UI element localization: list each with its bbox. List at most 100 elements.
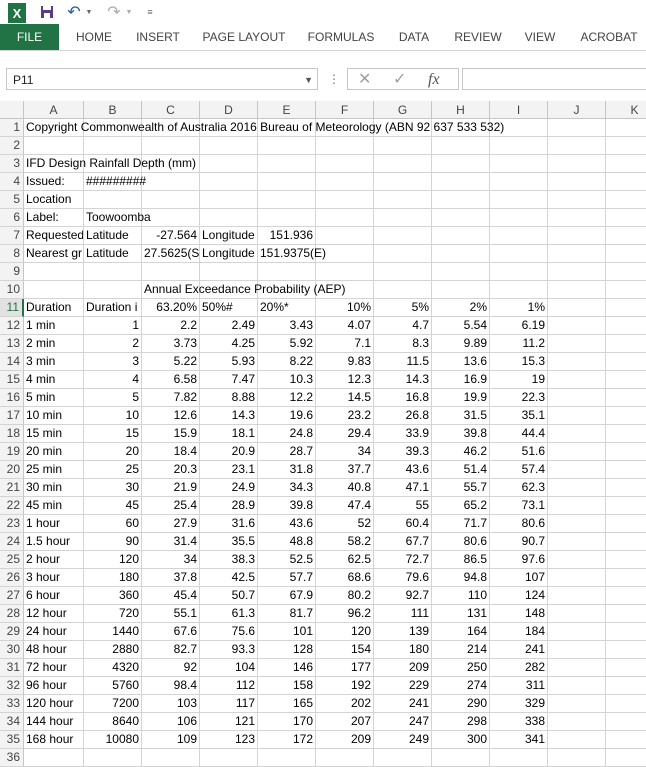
cell-c34[interactable]: 106 — [142, 713, 200, 731]
cell-c4[interactable] — [142, 173, 200, 191]
cell-e17[interactable]: 19.6 — [258, 407, 316, 425]
cell-e13[interactable]: 5.92 — [258, 335, 316, 353]
cell-e12[interactable]: 3.43 — [258, 317, 316, 335]
cell-g33[interactable]: 241 — [374, 695, 432, 713]
row-header[interactable]: 25 — [0, 551, 24, 569]
cell-f19[interactable]: 34 — [316, 443, 374, 461]
cell-b9[interactable] — [84, 263, 142, 281]
cell-k35[interactable] — [606, 731, 646, 749]
cell-f33[interactable]: 202 — [316, 695, 374, 713]
cell-f14[interactable]: 9.83 — [316, 353, 374, 371]
cell-e3[interactable] — [258, 155, 316, 173]
cell-e24[interactable]: 48.8 — [258, 533, 316, 551]
cell-d8[interactable]: Longitude — [200, 245, 258, 263]
cell-a6[interactable]: Label: — [24, 209, 84, 227]
cell-e36[interactable] — [258, 749, 316, 767]
cell-f23[interactable]: 52 — [316, 515, 374, 533]
cell-j13[interactable] — [548, 335, 606, 353]
cell-k13[interactable] — [606, 335, 646, 353]
cell-j7[interactable] — [548, 227, 606, 245]
cell-i22[interactable]: 73.1 — [490, 497, 548, 515]
row-header[interactable]: 33 — [0, 695, 24, 713]
cell-a30[interactable]: 48 hour — [24, 641, 84, 659]
cell-j23[interactable] — [548, 515, 606, 533]
cell-d18[interactable]: 18.1 — [200, 425, 258, 443]
cell-j30[interactable] — [548, 641, 606, 659]
cell-h18[interactable]: 39.8 — [432, 425, 490, 443]
cell-g22[interactable]: 55 — [374, 497, 432, 515]
cell-i7[interactable] — [490, 227, 548, 245]
cell-c10[interactable]: Annual Exceedance Probability (AEP) — [142, 281, 345, 299]
select-all-corner[interactable] — [0, 101, 24, 119]
cell-e11[interactable]: 20%* — [258, 299, 316, 317]
cell-j10[interactable] — [548, 281, 606, 299]
cell-k36[interactable] — [606, 749, 646, 767]
cell-f36[interactable] — [316, 749, 374, 767]
cell-f3[interactable] — [316, 155, 374, 173]
cell-e22[interactable]: 39.8 — [258, 497, 316, 515]
cell-h3[interactable] — [432, 155, 490, 173]
cell-d35[interactable]: 123 — [200, 731, 258, 749]
row-header[interactable]: 22 — [0, 497, 24, 515]
cell-i33[interactable]: 329 — [490, 695, 548, 713]
cell-k15[interactable] — [606, 371, 646, 389]
cell-a13[interactable]: 2 min — [24, 335, 84, 353]
row-header[interactable]: 32 — [0, 677, 24, 695]
cell-f30[interactable]: 154 — [316, 641, 374, 659]
row-header[interactable]: 14 — [0, 353, 24, 371]
cell-i2[interactable] — [490, 137, 548, 155]
tab-formulas[interactable]: FORMULAS — [303, 24, 379, 50]
cell-g6[interactable] — [374, 209, 432, 227]
cell-j29[interactable] — [548, 623, 606, 641]
cell-f31[interactable]: 177 — [316, 659, 374, 677]
cell-e2[interactable] — [258, 137, 316, 155]
cell-j34[interactable] — [548, 713, 606, 731]
cell-g35[interactable]: 249 — [374, 731, 432, 749]
cell-f5[interactable] — [316, 191, 374, 209]
cell-c18[interactable]: 15.9 — [142, 425, 200, 443]
cell-g2[interactable] — [374, 137, 432, 155]
cell-c30[interactable]: 82.7 — [142, 641, 200, 659]
cell-h11[interactable]: 2% — [432, 299, 490, 317]
cell-a22[interactable]: 45 min — [24, 497, 84, 515]
cell-g21[interactable]: 47.1 — [374, 479, 432, 497]
row-header[interactable]: 7 — [0, 227, 24, 245]
cell-i34[interactable]: 338 — [490, 713, 548, 731]
cell-d26[interactable]: 42.5 — [200, 569, 258, 587]
cell-e9[interactable] — [258, 263, 316, 281]
cell-k4[interactable] — [606, 173, 646, 191]
cell-b19[interactable]: 20 — [84, 443, 142, 461]
cell-a7[interactable]: Requested — [24, 227, 84, 245]
cell-k24[interactable] — [606, 533, 646, 551]
row-header[interactable]: 4 — [0, 173, 24, 191]
cell-c16[interactable]: 7.82 — [142, 389, 200, 407]
cell-d2[interactable] — [200, 137, 258, 155]
cell-c23[interactable]: 27.9 — [142, 515, 200, 533]
cell-c5[interactable] — [142, 191, 200, 209]
cell-g7[interactable] — [374, 227, 432, 245]
tab-view[interactable]: VIEW — [520, 24, 560, 50]
cell-c11[interactable]: 63.20% — [142, 299, 200, 317]
cell-d9[interactable] — [200, 263, 258, 281]
cell-b34[interactable]: 8640 — [84, 713, 142, 731]
cell-h20[interactable]: 51.4 — [432, 461, 490, 479]
cell-i32[interactable]: 311 — [490, 677, 548, 695]
cell-g8[interactable] — [374, 245, 432, 263]
cell-i17[interactable]: 35.1 — [490, 407, 548, 425]
cell-e23[interactable]: 43.6 — [258, 515, 316, 533]
cell-g31[interactable]: 209 — [374, 659, 432, 677]
cell-b7[interactable]: Latitude — [84, 227, 142, 245]
cell-a33[interactable]: 120 hour — [24, 695, 84, 713]
cell-g26[interactable]: 79.6 — [374, 569, 432, 587]
cell-c14[interactable]: 5.22 — [142, 353, 200, 371]
cell-f16[interactable]: 14.5 — [316, 389, 374, 407]
customize-toolbar-icon[interactable]: ≡ — [144, 2, 156, 22]
cell-h27[interactable]: 110 — [432, 587, 490, 605]
cell-h23[interactable]: 71.7 — [432, 515, 490, 533]
cell-h8[interactable] — [432, 245, 490, 263]
cell-f34[interactable]: 207 — [316, 713, 374, 731]
cell-c15[interactable]: 6.58 — [142, 371, 200, 389]
cell-c26[interactable]: 37.8 — [142, 569, 200, 587]
cell-g34[interactable]: 247 — [374, 713, 432, 731]
cell-e27[interactable]: 67.9 — [258, 587, 316, 605]
